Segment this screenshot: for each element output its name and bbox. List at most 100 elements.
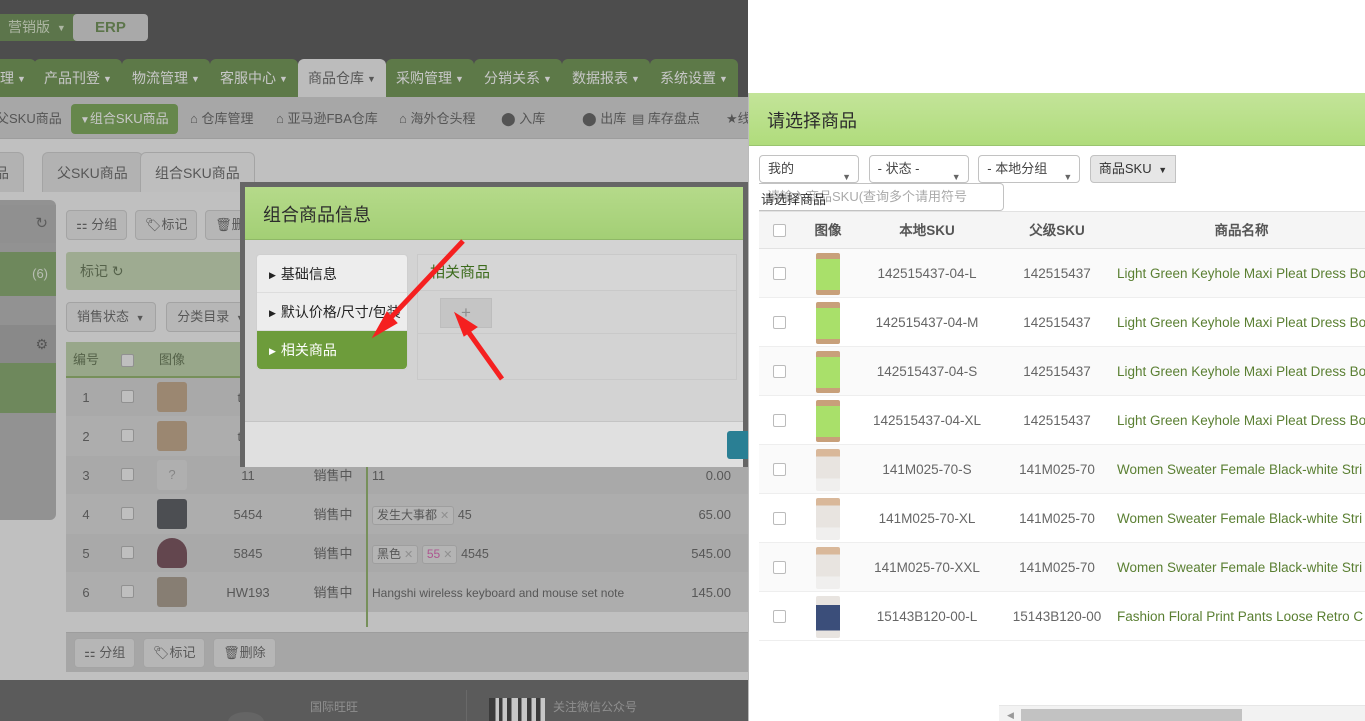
th-select-all[interactable] — [759, 212, 799, 248]
subnav-overseas[interactable]: ⌂ 海外仓头程 — [395, 106, 480, 132]
row-product-name[interactable]: Light Green Keyhole Maxi Pleat Dress Bo — [1117, 347, 1365, 395]
remove-chip-icon[interactable]: ✕ — [440, 510, 449, 522]
tag-button[interactable]: 🏷标记 — [134, 210, 198, 240]
subnav-warehouse-mgmt[interactable]: ⌂ 仓库管理 — [186, 106, 258, 132]
select-table-row[interactable]: 142515437-04-M 142515437 Light Green Key… — [759, 298, 1365, 347]
remove-chip-icon[interactable]: ✕ — [443, 549, 452, 561]
checkbox-icon[interactable] — [772, 512, 786, 525]
version-selector[interactable]: 营销版 ▼ — [0, 14, 78, 41]
group-button[interactable]: ⚏ 分组 — [66, 210, 128, 240]
select-table-row[interactable]: 15143B120-00-L 15143B120-00 Fashion Flor… — [759, 592, 1365, 641]
accordion-basic-info[interactable]: ▶ 基础信息 — [257, 255, 407, 293]
subnav-outbound[interactable]: ⬤ 出库 — [578, 106, 630, 132]
checkbox-icon[interactable] — [772, 365, 786, 378]
scrollbar-thumb[interactable] — [1021, 709, 1242, 721]
select-table-row[interactable]: 141M025-70-XXL 141M025-70 Women Sweater … — [759, 543, 1365, 592]
scroll-left-icon[interactable]: ◀ — [1007, 710, 1014, 721]
tab-products[interactable]: 商品 — [0, 152, 24, 192]
accordion-default-price[interactable]: ▶ 默认价格/尺寸/包装 — [257, 293, 407, 331]
accordion-related-products[interactable]: ▶ 相关商品 — [257, 331, 407, 369]
row-checkbox[interactable] — [759, 298, 799, 346]
add-product-button[interactable]: + — [440, 298, 492, 328]
filter-sale-status[interactable]: 销售状态 ▼ — [66, 302, 156, 332]
table-row[interactable]: 4 5454 销售中 发生大事都 ✕ 45 65.00 — [66, 495, 748, 534]
row-checkbox[interactable] — [759, 347, 799, 395]
checkbox-icon[interactable] — [772, 463, 786, 476]
table-row[interactable]: 5 5845 销售中 黑色 ✕ 55 ✕ 4545 545.00 — [66, 534, 748, 573]
row-checkbox[interactable] — [759, 592, 799, 640]
row-checkbox[interactable] — [759, 543, 799, 591]
nav-item-settings[interactable]: 系统设置 ▼ — [650, 59, 738, 97]
erp-button[interactable]: ERP — [73, 14, 148, 41]
subnav-inbound[interactable]: ⬤ 入库 — [497, 106, 549, 132]
nav-item-distribution[interactable]: 分销关系 ▼ — [474, 59, 562, 97]
row-product-name[interactable]: Women Sweater Female Black-white Stri — [1117, 445, 1365, 493]
row-checkbox[interactable] — [106, 495, 148, 533]
nav-item-customer-service[interactable]: 客服中心 ▼ — [210, 59, 298, 97]
status-select[interactable]: - 状态 - ▼ — [868, 155, 969, 183]
table-row[interactable]: 6 HW193 销售中 Hangshi wireless keyboard an… — [66, 573, 748, 612]
row-product-name[interactable]: Women Sweater Female Black-white Stri — [1117, 543, 1365, 591]
row-checkbox[interactable] — [759, 249, 799, 297]
nav-item-logistics[interactable]: 物流管理 ▼ — [122, 59, 210, 97]
tag-button-bottom[interactable]: 🏷标记 — [142, 638, 206, 668]
wangwang-label[interactable]: 国际旺旺 — [310, 698, 358, 715]
horizontal-scrollbar[interactable]: ◀ — [999, 705, 1365, 721]
remove-chip-icon[interactable]: ✕ — [404, 549, 413, 561]
delete-button-bottom[interactable]: 🗑删除 — [213, 638, 276, 668]
row-checkbox[interactable] — [106, 417, 148, 455]
row-product-name[interactable]: Light Green Keyhole Maxi Pleat Dress Bo — [1117, 396, 1365, 444]
rail-green-block[interactable] — [0, 363, 56, 413]
select-table-row[interactable]: 142515437-04-S 142515437 Light Green Key… — [759, 347, 1365, 396]
select-table-row[interactable]: 141M025-70-S 141M025-70 Women Sweater Fe… — [759, 445, 1365, 494]
tab-combo-sku[interactable]: 组合SKU商品 — [140, 152, 255, 192]
row-checkbox[interactable] — [759, 445, 799, 493]
tab-parent-sku[interactable]: 父SKU商品 — [42, 152, 143, 192]
rail-count[interactable]: (6) — [0, 252, 56, 296]
owner-select[interactable]: 我的 ▼ — [759, 155, 859, 183]
checkbox-icon[interactable] — [120, 507, 134, 520]
checkbox-icon[interactable] — [772, 316, 786, 329]
nav-item-0[interactable]: 理 ▼ — [0, 59, 36, 97]
subnav-online[interactable]: ★线 — [722, 106, 748, 132]
subnav-amazon-fba[interactable]: ⌂ 亚马逊FBA仓库 — [272, 106, 382, 132]
checkbox-icon[interactable] — [772, 224, 786, 237]
checkbox-icon[interactable] — [772, 561, 786, 574]
checkbox-icon[interactable] — [120, 468, 134, 481]
group-button-bottom[interactable]: ⚏ 分组 — [74, 638, 136, 668]
checkbox-icon[interactable] — [772, 610, 786, 623]
row-checkbox[interactable] — [106, 534, 148, 572]
checkbox-icon[interactable] — [772, 267, 786, 280]
nav-item-warehouse[interactable]: 商品仓库 ▼ — [298, 59, 386, 97]
row-product-name[interactable]: Women Sweater Female Black-white Stri — [1117, 494, 1365, 542]
sku-field-selector[interactable]: 商品SKU ▼ — [1089, 155, 1177, 183]
gear-icon[interactable]: ⚙ — [0, 325, 56, 363]
row-checkbox[interactable] — [106, 378, 148, 416]
row-checkbox[interactable] — [759, 396, 799, 444]
checkbox-icon[interactable] — [120, 546, 134, 559]
attribute-chip[interactable]: 黑色 ✕ — [372, 545, 419, 565]
select-table-row[interactable]: 142515437-04-XL 142515437 Light Green Ke… — [759, 396, 1365, 445]
refresh-icon[interactable]: ↻ — [112, 263, 124, 279]
th-select-all[interactable] — [106, 342, 148, 376]
row-product-name[interactable]: Light Green Keyhole Maxi Pleat Dress Bo — [1117, 298, 1365, 346]
row-checkbox[interactable] — [106, 456, 148, 494]
local-group-select[interactable]: - 本地分组 ▼ — [978, 155, 1081, 183]
nav-item-products[interactable]: 产品刊登 ▼ — [34, 59, 122, 97]
row-checkbox[interactable] — [106, 573, 148, 611]
select-table-row[interactable]: 142515437-04-L 142515437 Light Green Key… — [759, 249, 1365, 298]
checkbox-icon[interactable] — [120, 354, 134, 367]
subnav-combo-sku[interactable]: ▼组合SKU商品 — [71, 104, 178, 134]
subnav-parent-sku[interactable]: 父SKU商品 — [0, 106, 66, 132]
row-product-name[interactable]: Light Green Keyhole Maxi Pleat Dress Bo — [1117, 249, 1365, 297]
checkbox-icon[interactable] — [120, 390, 134, 403]
checkbox-icon[interactable] — [772, 414, 786, 427]
row-checkbox[interactable] — [759, 494, 799, 542]
attribute-chip[interactable]: 发生大事都 ✕ — [372, 506, 455, 526]
select-table-row[interactable]: 141M025-70-XL 141M025-70 Women Sweater F… — [759, 494, 1365, 543]
nav-item-reports[interactable]: 数据报表 ▼ — [562, 59, 650, 97]
checkbox-icon[interactable] — [120, 429, 134, 442]
checkbox-icon[interactable] — [120, 585, 134, 598]
attribute-chip[interactable]: 55 ✕ — [421, 545, 458, 565]
refresh-icon[interactable]: ↻ — [0, 205, 56, 243]
